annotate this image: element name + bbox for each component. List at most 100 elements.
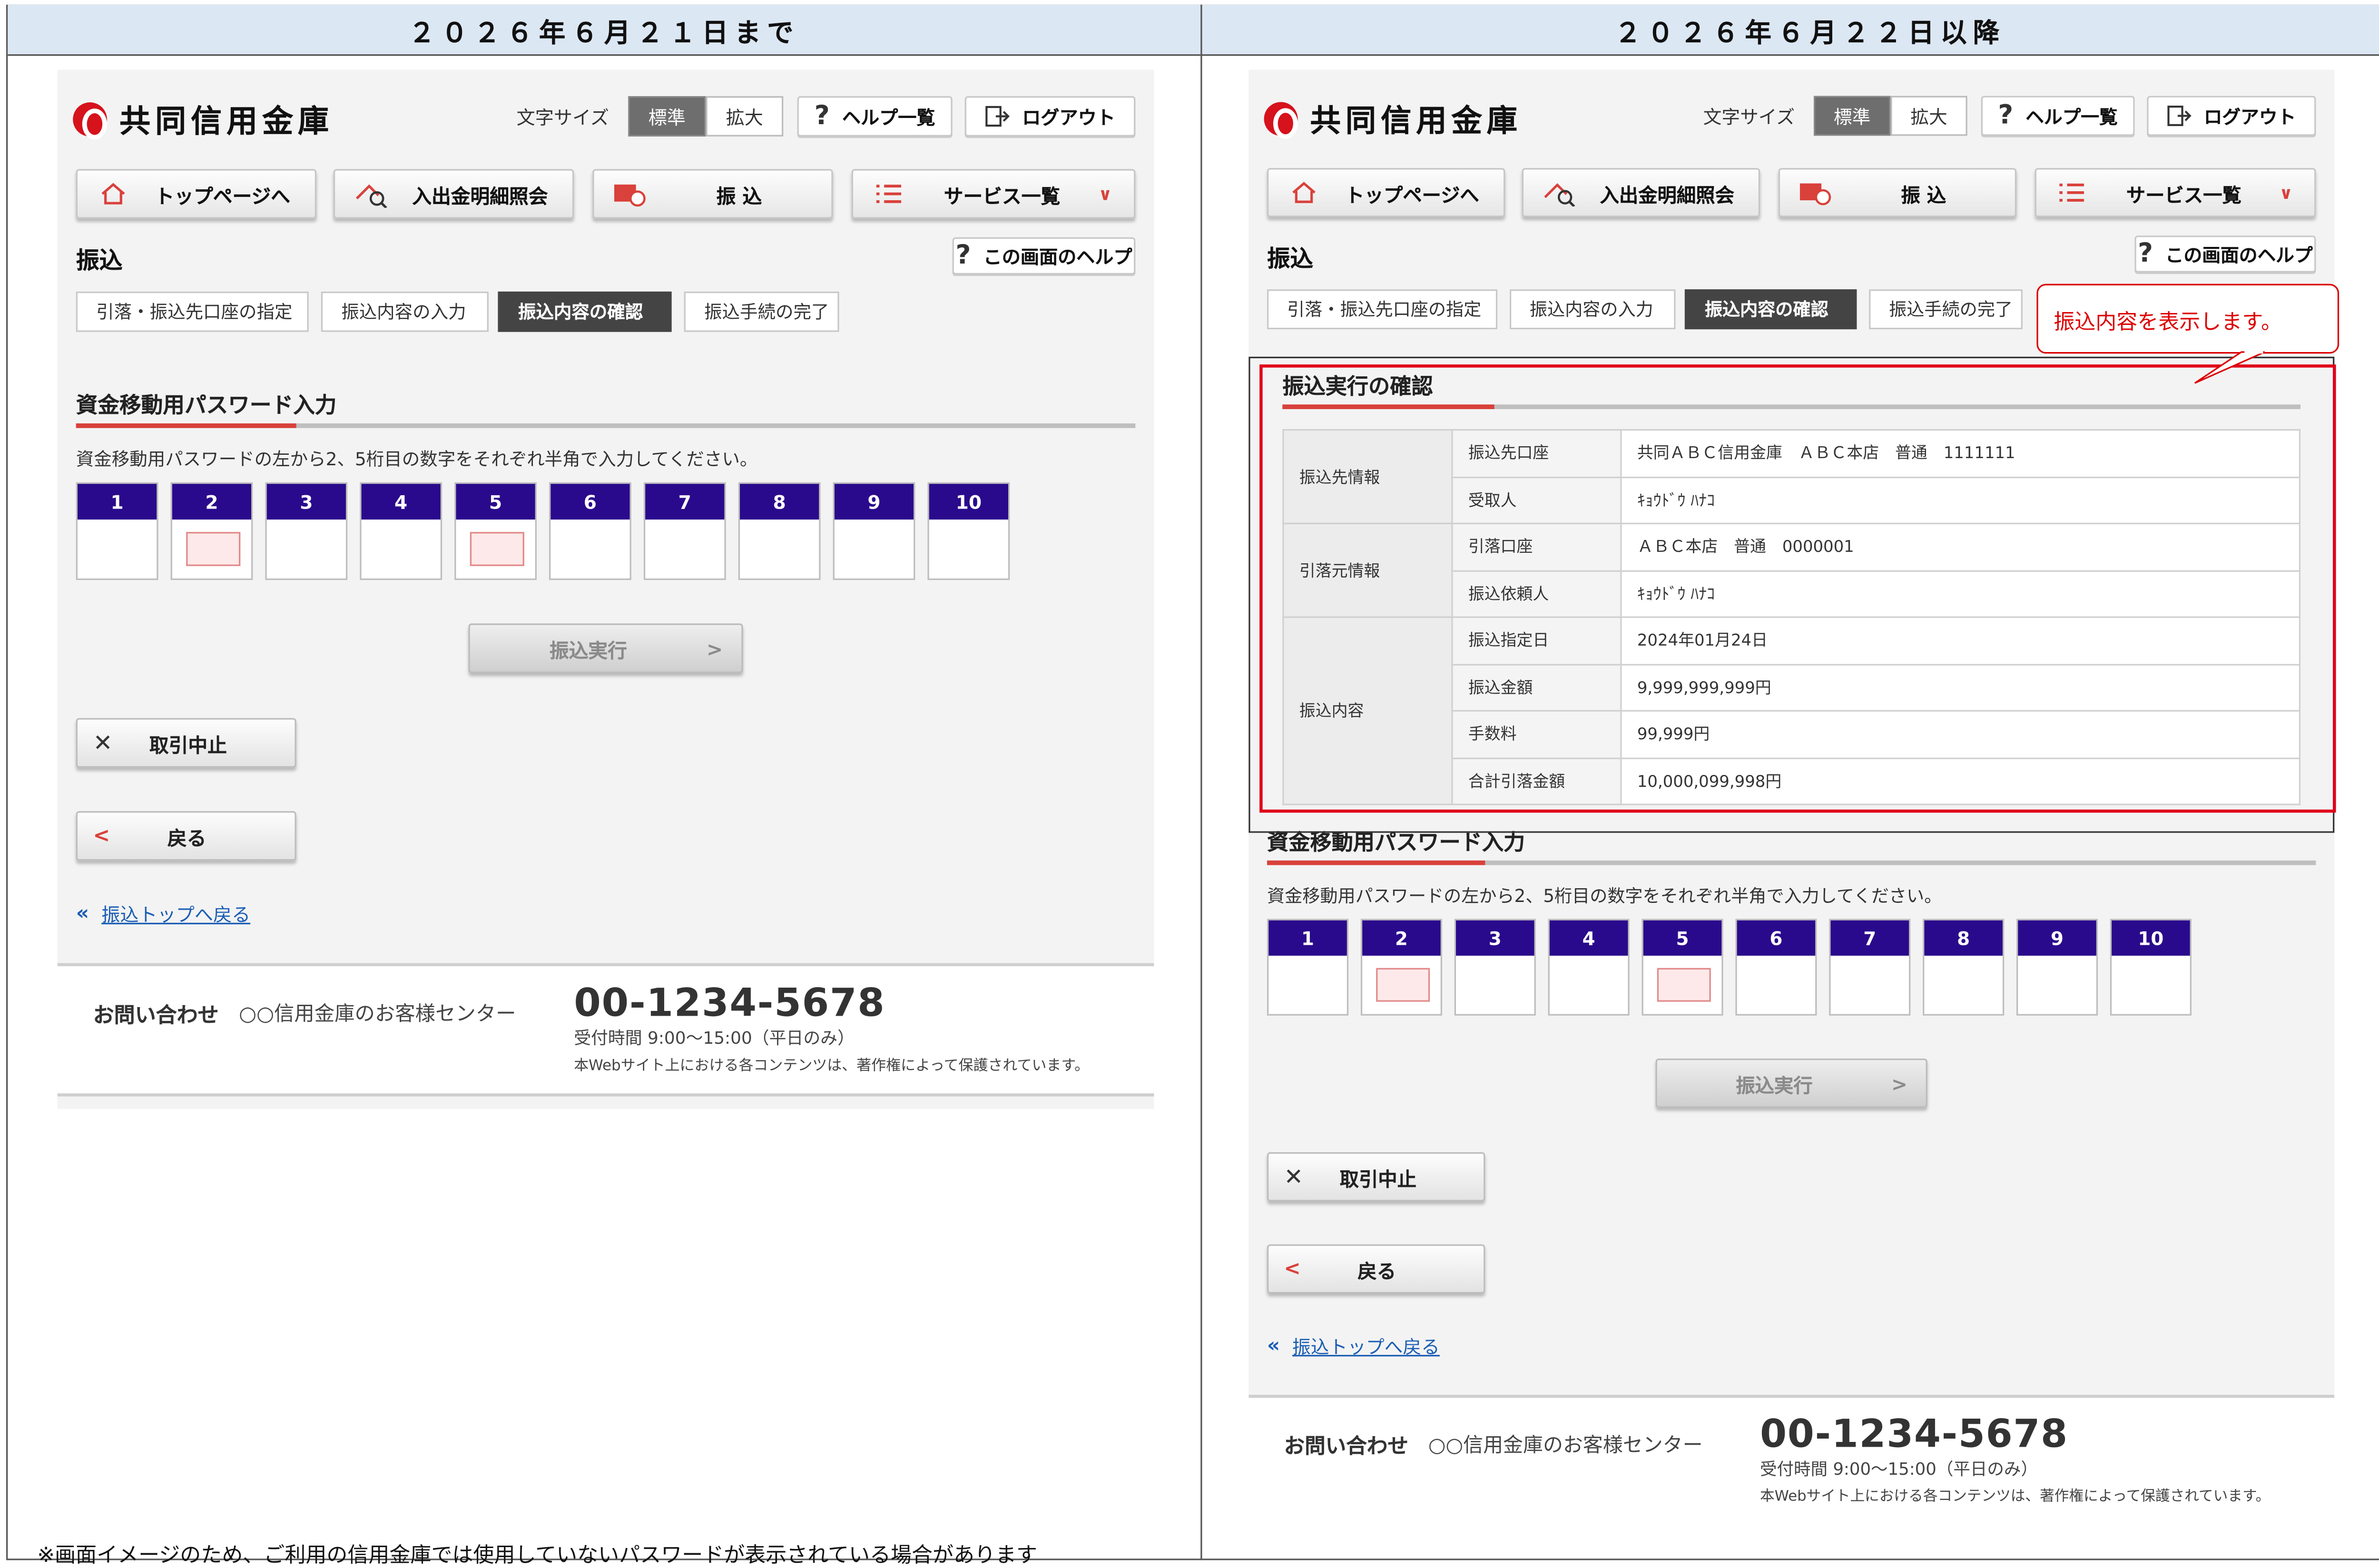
password-digit-number: 8 <box>1924 921 2003 956</box>
question-icon: ? <box>815 101 830 132</box>
execute-transfer-button[interactable]: 振込実行> <box>469 624 743 673</box>
support-hours: 受付時間 9:00～15:00（平日のみ） <box>1760 1456 2038 1481</box>
password-title-underline <box>1267 861 2316 865</box>
back-button[interactable]: <戻る <box>76 811 296 861</box>
nav-history-button[interactable]: 入出金明細照会 <box>1522 168 1760 217</box>
password-title-underline <box>76 423 1136 428</box>
password-digit-cell: 3 <box>1455 919 1536 1015</box>
step-4: 振込手続の完了 <box>1869 289 2023 329</box>
execute-transfer-button[interactable]: 振込実行> <box>1656 1058 1927 1107</box>
nav-history-button[interactable]: 入出金明細照会 <box>334 169 574 218</box>
nav-history-label: 入出金明細照会 <box>388 179 572 209</box>
execute-label: 振込実行 <box>470 634 707 663</box>
password-digit-number: 9 <box>2018 921 2096 956</box>
bank-logo: 共同信用金庫 <box>1264 96 1522 141</box>
password-digit-number: 5 <box>1643 921 1722 956</box>
bank-logo: 共同信用金庫 <box>73 96 334 141</box>
chevron-left-icon: < <box>93 824 110 848</box>
nav-top-button[interactable]: トップページへ <box>1267 168 1505 217</box>
chevron-left-icon: < <box>1284 1257 1301 1280</box>
nav-top-label: トップページへ <box>130 179 315 209</box>
password-digit-input[interactable] <box>1376 968 1430 1002</box>
font-size-standard-button[interactable]: 標準 <box>628 96 706 137</box>
page-help-button[interactable]: ? この画面のヘルプ <box>2135 235 2316 272</box>
password-digit-input[interactable] <box>470 532 524 566</box>
password-digit-cell: 2 <box>171 482 253 580</box>
password-digit-cell: 4 <box>360 482 442 580</box>
back-to-transfer-top-link[interactable]: 振込トップへ戻る <box>1292 1333 1440 1360</box>
cancel-transaction-button[interactable]: ✕取引中止 <box>1267 1152 1485 1201</box>
footer: お問い合わせ○○信用金庫のお客様センター00-1234-5678受付時間 9:0… <box>1248 1398 2334 1519</box>
bank-name: 共同信用金庫 <box>119 96 334 141</box>
nav-transfer-button[interactable]: 振 込 <box>1779 168 2016 217</box>
cancel-transaction-button[interactable]: ✕取引中止 <box>76 718 296 767</box>
underline-accent <box>1267 861 1485 865</box>
nav-top-button[interactable]: トップページへ <box>76 169 316 218</box>
page-help-button[interactable]: ? この画面のヘルプ <box>953 237 1136 274</box>
password-digit-number: 2 <box>1362 921 1441 956</box>
chevron-down-icon: ∨ <box>2279 183 2293 203</box>
logout-label: ログアウト <box>2204 103 2296 129</box>
password-digit-cell: 7 <box>1829 919 1910 1015</box>
password-digit-number: 10 <box>929 484 1008 519</box>
screen-before: 共同信用金庫 文字サイズ 標準 拡大 ? ヘルプ一覧 ログアウト トップページへ… <box>58 70 1154 1109</box>
back-button[interactable]: <戻る <box>1267 1245 1485 1294</box>
font-size-large-button[interactable]: 拡大 <box>1890 96 1967 136</box>
chevron-right-icon: > <box>707 637 723 660</box>
close-icon: ✕ <box>93 729 113 757</box>
back-to-transfer-top-link[interactable]: 振込トップへ戻る <box>101 901 250 927</box>
font-size-label: 文字サイズ <box>517 104 609 130</box>
chevron-right-icon: > <box>1891 1072 1907 1095</box>
footnote: ※画面イメージのため、ご利用の信用金庫では使用していないパスワードが表示されてい… <box>37 1537 1037 1568</box>
password-digit-cell: 2 <box>1361 919 1442 1015</box>
font-size-large-button[interactable]: 拡大 <box>706 96 783 137</box>
bank-name: 共同信用金庫 <box>1310 96 1522 141</box>
bank-logo-icon <box>1264 101 1298 135</box>
password-digit-input[interactable] <box>1657 968 1711 1002</box>
nav-transfer-label: 振 込 <box>647 179 831 209</box>
nav-transfer-button[interactable]: 振 込 <box>592 169 833 218</box>
logout-icon <box>2167 105 2192 127</box>
step-4: 振込手続の完了 <box>684 292 839 332</box>
support-phone: 00-1234-5678 <box>574 980 885 1025</box>
password-digit-number: 7 <box>645 484 724 519</box>
page-help-label: この画面のヘルプ <box>983 243 1132 269</box>
left-column-heading: ２０２６年６月２１日まで <box>8 5 1200 56</box>
logout-button[interactable]: ログアウト <box>2147 96 2316 136</box>
copyright-notice: 本Webサイト上における各コンテンツは、著作権によって保護されています。 <box>574 1053 1089 1075</box>
back-label: 戻る <box>1301 1254 1453 1284</box>
password-digit-number: 2 <box>172 484 251 519</box>
progress-steps: 引落・振込先口座の指定 振込内容の入力 振込内容の確認 振込手続の完了 <box>76 292 867 335</box>
help-list-label: ヘルプ一覧 <box>842 103 935 129</box>
step-3-current: 振込内容の確認 <box>1685 289 1857 329</box>
nav-top-label: トップページへ <box>1321 178 1504 207</box>
nav-services-button[interactable]: サービス一覧 ∨ <box>852 169 1136 218</box>
double-chevron-left-icon: « <box>1267 1335 1280 1358</box>
back-label: 戻る <box>110 821 264 851</box>
back-to-transfer-top: «振込トップへ戻る <box>76 901 250 927</box>
page-help-label: この画面のヘルプ <box>2165 241 2313 267</box>
footer-bottom-line <box>58 1093 1154 1097</box>
font-size-standard-button[interactable]: 標準 <box>1814 96 1890 136</box>
logout-button[interactable]: ログアウト <box>965 96 1136 137</box>
support-phone: 00-1234-5678 <box>1760 1411 2068 1456</box>
nav-services-button[interactable]: サービス一覧 ∨ <box>2035 168 2316 217</box>
password-digit-number: 1 <box>78 484 157 519</box>
password-digit-input[interactable] <box>186 532 240 566</box>
help-list-button[interactable]: ? ヘルプ一覧 <box>1981 96 2135 136</box>
support-center-name: ○○信用金庫のお客様センター <box>1428 1429 1703 1458</box>
password-digit-number: 1 <box>1268 921 1347 956</box>
password-digit-cell: 4 <box>1548 919 1630 1015</box>
password-digit-number: 8 <box>740 484 819 519</box>
password-section-title: 資金移動用パスワード入力 <box>76 389 337 420</box>
progress-steps: 引落・振込先口座の指定 振込内容の入力 振込内容の確認 振込手続の完了 <box>1267 289 2050 332</box>
contact-label: お問い合わせ <box>93 997 219 1028</box>
logout-icon <box>985 106 1010 127</box>
cancel-label: 取引中止 <box>113 728 264 758</box>
back-to-transfer-top: « 振込トップへ戻る <box>1267 1333 1440 1360</box>
help-list-button[interactable]: ? ヘルプ一覧 <box>797 96 953 137</box>
password-digit-number: 3 <box>1456 921 1534 956</box>
page-title: 振込 <box>76 244 123 276</box>
password-digit-number: 6 <box>1737 921 1816 956</box>
home-icon <box>96 178 130 209</box>
